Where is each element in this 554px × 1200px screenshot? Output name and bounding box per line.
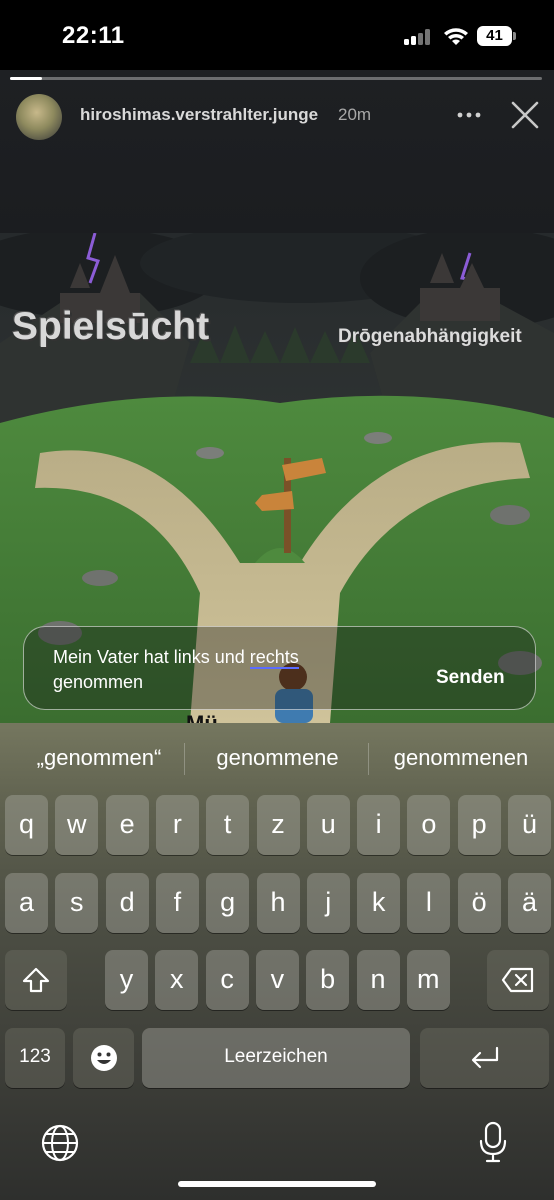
- space-key[interactable]: Leerzeichen: [142, 1028, 410, 1088]
- more-options-icon[interactable]: [456, 104, 482, 126]
- key-ü[interactable]: ü: [508, 795, 551, 855]
- key-z[interactable]: z: [256, 795, 300, 855]
- return-icon: [471, 1046, 498, 1069]
- key-b[interactable]: b: [306, 950, 350, 1010]
- key-j[interactable]: j: [306, 873, 350, 933]
- delete-icon: [501, 967, 534, 993]
- key-o[interactable]: o: [407, 795, 451, 855]
- suggestion-divider: [184, 743, 185, 775]
- key-n[interactable]: n: [356, 950, 400, 1010]
- shift-icon: [22, 967, 50, 993]
- wifi-icon: [444, 28, 468, 45]
- key-f[interactable]: f: [155, 873, 199, 933]
- story-username[interactable]: hiroshimas.verstrahlter.junge: [80, 105, 318, 125]
- key-w[interactable]: w: [55, 795, 99, 855]
- story-caption-partial: Mü: [186, 711, 218, 723]
- key-s[interactable]: s: [55, 873, 99, 933]
- key-y[interactable]: y: [105, 950, 148, 1010]
- key-a[interactable]: a: [5, 873, 48, 933]
- suggestion-2[interactable]: genommene: [190, 745, 365, 771]
- key-l[interactable]: l: [407, 873, 451, 933]
- suggestion-bar: „genommen“ genommene genommenen: [0, 723, 554, 795]
- story-label-right: Drōgenabhängigkeit: [338, 326, 522, 347]
- key-k[interactable]: k: [357, 873, 401, 933]
- status-bar: 22:11 41: [0, 0, 554, 70]
- story-label-left: Spielsūcht: [12, 305, 210, 348]
- key-t[interactable]: t: [206, 795, 250, 855]
- cellular-signal-icon: [404, 29, 434, 45]
- home-indicator[interactable]: [178, 1181, 376, 1187]
- autocorrect-word[interactable]: rechts: [249, 647, 299, 669]
- numbers-key[interactable]: 123: [5, 1028, 65, 1088]
- key-r[interactable]: r: [155, 795, 199, 855]
- suggestion-divider: [368, 743, 369, 775]
- battery-indicator: 41: [477, 26, 516, 46]
- send-button[interactable]: Senden: [436, 667, 505, 689]
- key-g[interactable]: g: [206, 873, 250, 933]
- status-time: 22:11: [62, 22, 125, 49]
- emoji-icon: [90, 1045, 117, 1071]
- reply-text[interactable]: Mein Vater hat links und rechts genommen: [53, 645, 383, 695]
- key-ä[interactable]: ä: [508, 873, 551, 933]
- key-c[interactable]: c: [205, 950, 249, 1010]
- story-header: hiroshimas.verstrahlter.junge 20m: [0, 70, 554, 233]
- key-x[interactable]: x: [155, 950, 199, 1010]
- story-progress-fill: [10, 77, 42, 80]
- avatar[interactable]: [16, 94, 62, 140]
- key-d[interactable]: d: [105, 873, 149, 933]
- keyboard: „genommen“ genommene genommenen qwertzui…: [0, 723, 554, 1200]
- suggestion-3[interactable]: genommenen: [372, 745, 550, 771]
- key-q[interactable]: q: [5, 795, 48, 855]
- return-key[interactable]: [420, 1028, 549, 1088]
- key-p[interactable]: p: [457, 795, 501, 855]
- suggestion-1[interactable]: „genommen“: [14, 745, 184, 771]
- delete-key[interactable]: [487, 950, 549, 1010]
- key-e[interactable]: e: [105, 795, 149, 855]
- key-i[interactable]: i: [357, 795, 401, 855]
- microphone-icon[interactable]: [478, 1121, 508, 1163]
- story-progress-bar: [10, 77, 542, 80]
- story-time-ago: 20m: [338, 105, 372, 124]
- shift-key[interactable]: [5, 950, 67, 1010]
- key-m[interactable]: m: [406, 950, 450, 1010]
- reply-text-before: Mein Vater hat links und: [53, 647, 250, 667]
- key-ö[interactable]: ö: [457, 873, 501, 933]
- globe-icon[interactable]: [40, 1123, 80, 1163]
- reply-text-after: genommen: [53, 672, 144, 692]
- close-icon[interactable]: [510, 100, 540, 130]
- key-h[interactable]: h: [256, 873, 300, 933]
- key-u[interactable]: u: [306, 795, 350, 855]
- reply-message-field[interactable]: Mein Vater hat links und rechts genommen…: [23, 626, 536, 710]
- key-v[interactable]: v: [255, 950, 299, 1010]
- emoji-key[interactable]: [73, 1028, 134, 1088]
